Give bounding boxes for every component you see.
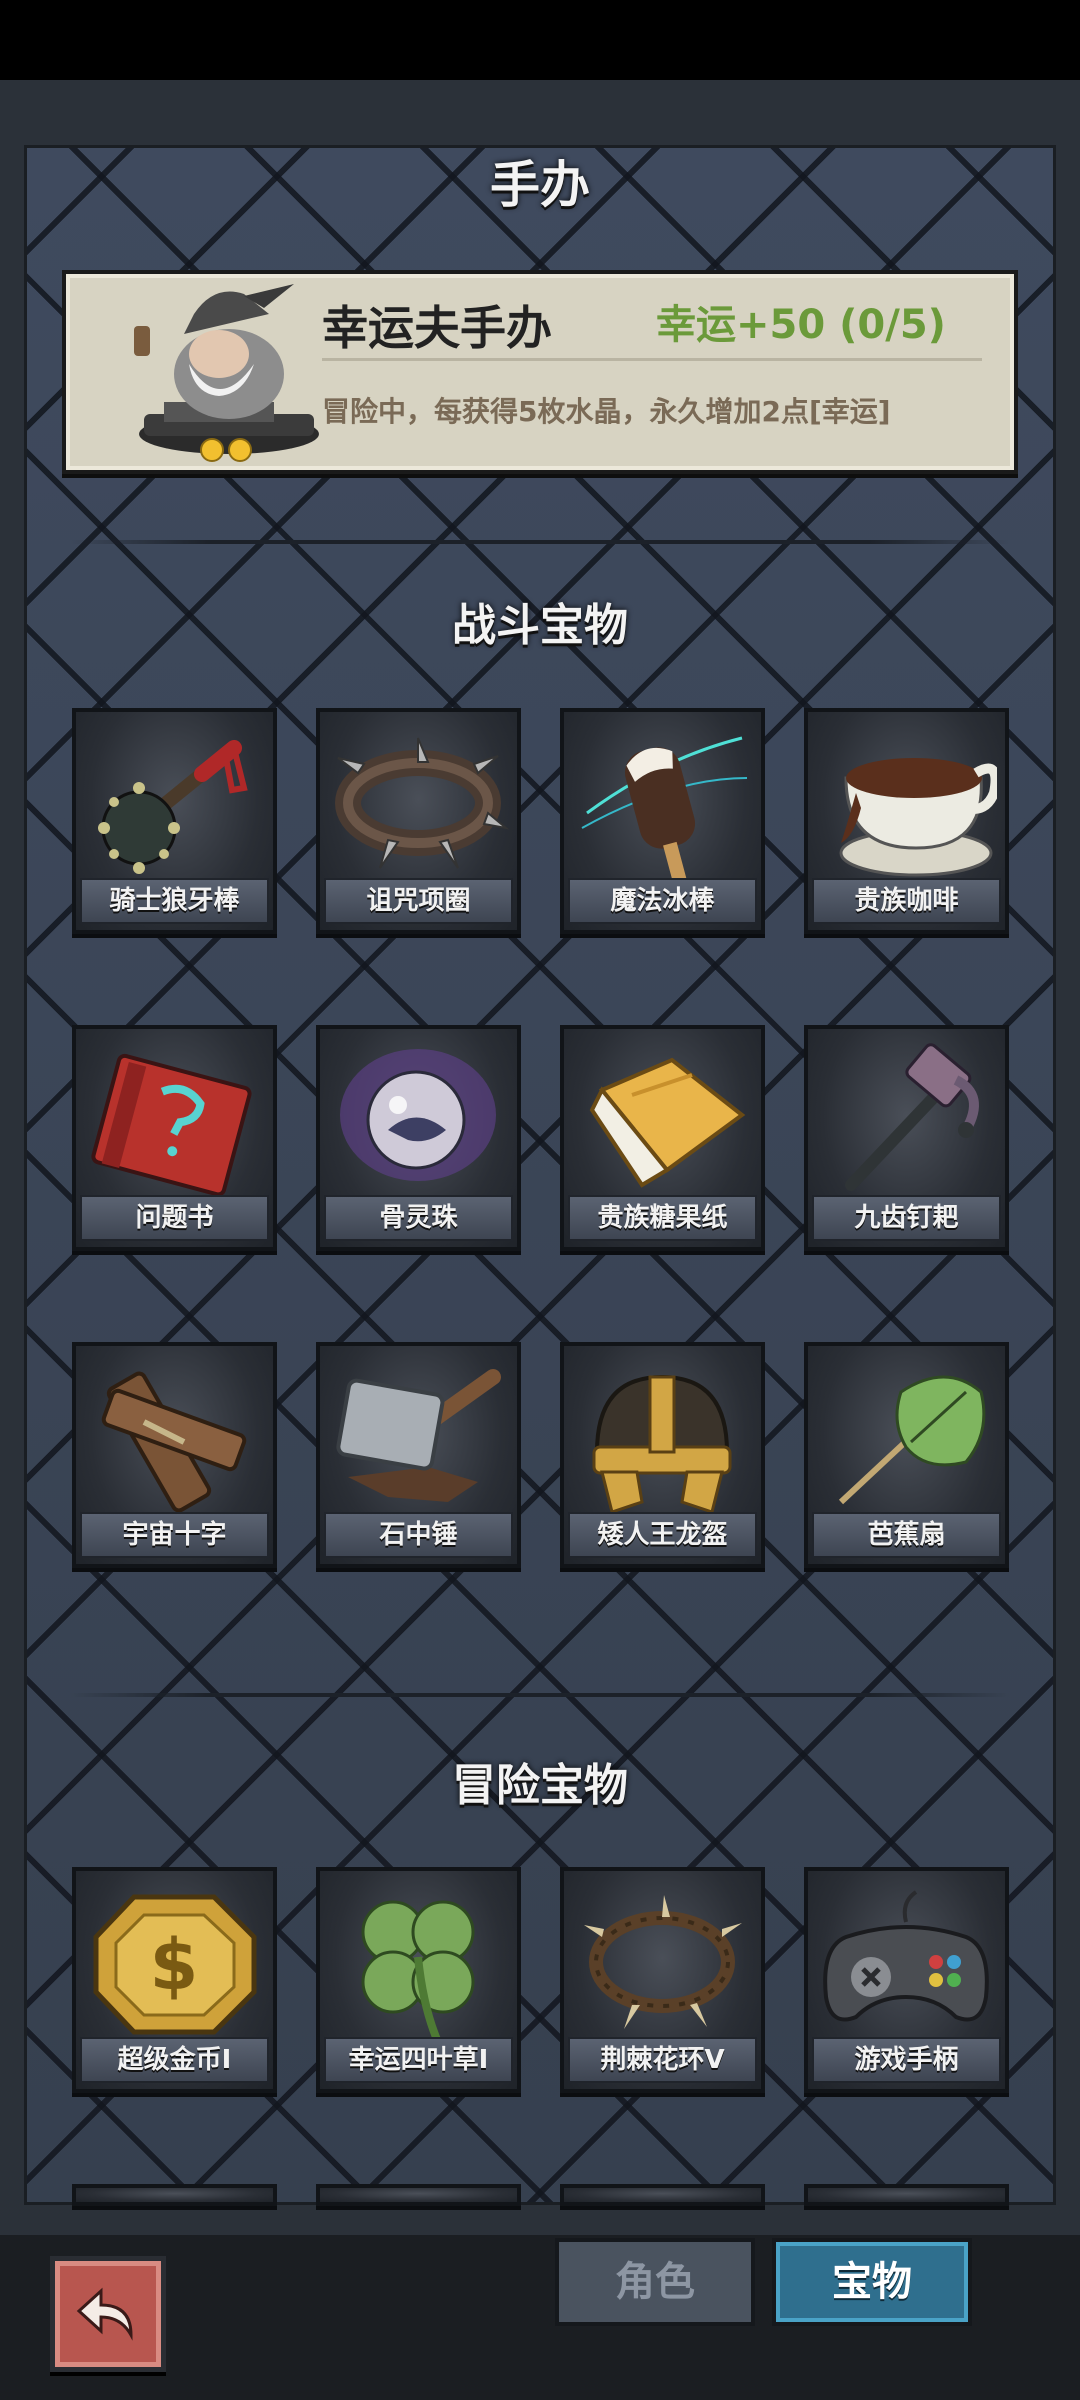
magic-popsicle-icon <box>581 736 748 885</box>
item-label: 芭蕉扇 <box>812 1512 1001 1558</box>
figure-name: 幸运夫手办 <box>322 301 552 355</box>
item-card[interactable] <box>804 2184 1009 2206</box>
status-bar <box>0 0 1080 80</box>
item-label: 魔法冰棒 <box>568 878 757 924</box>
spiked-collar-icon <box>335 737 509 869</box>
item-label: 超级金币I <box>80 2037 269 2083</box>
item-label: 诅咒项圈 <box>324 878 513 924</box>
four-leaf-clover-icon <box>361 1900 475 2044</box>
question-book-icon <box>91 1053 252 1197</box>
tab-role[interactable]: 角色 <box>555 2238 755 2326</box>
item-card[interactable]: 骑士狼牙棒 <box>72 708 277 934</box>
gamepad-icon <box>823 1890 989 2022</box>
item-card[interactable]: 矮人王龙盔 <box>560 1342 765 1568</box>
thorn-wreath-icon <box>584 1895 742 2029</box>
coffee-cup-icon <box>839 758 997 877</box>
item-label: 宇宙十字 <box>80 1512 269 1558</box>
item-card[interactable]: 魔法冰棒 <box>560 708 765 934</box>
item-card[interactable]: 贵族咖啡 <box>804 708 1009 934</box>
figure-card[interactable]: 幸运夫手办 幸运+50 (0/5) 冒险中，每获得5枚水晶，永久增加2点[幸运] <box>62 270 1018 474</box>
item-card[interactable]: 幸运四叶草I <box>316 1867 521 2093</box>
section-divider <box>70 540 1010 544</box>
item-label: 问题书 <box>80 1195 269 1241</box>
item-label: 幸运四叶草I <box>324 2037 513 2083</box>
item-card[interactable]: 荆棘花环V <box>560 1867 765 2093</box>
wooden-cross-icon <box>101 1371 247 1513</box>
item-label: 荆棘花环V <box>568 2037 757 2083</box>
candy-wrapper-icon <box>589 1057 746 1188</box>
item-label: 石中锤 <box>324 1512 513 1558</box>
item-label: 游戏手柄 <box>812 2037 1001 2083</box>
figure-description: 冒险中，每获得5枚水晶，永久增加2点[幸运] <box>322 395 891 428</box>
spirit-orb-icon <box>340 1049 496 1181</box>
stone-hammer-icon <box>336 1369 501 1502</box>
svg-text:$: $ <box>150 1924 199 2006</box>
back-arrow-icon <box>76 2287 133 2341</box>
spiked-mace-icon <box>98 740 248 874</box>
back-button[interactable] <box>50 2256 166 2372</box>
item-label: 骨灵珠 <box>324 1195 513 1241</box>
item-label: 贵族咖啡 <box>812 878 1001 924</box>
gold-coin-icon: $ <box>93 1894 257 2035</box>
item-card[interactable]: 骨灵珠 <box>316 1025 521 1251</box>
leaf-fan-icon <box>838 1375 986 1505</box>
item-label: 骑士狼牙棒 <box>80 878 269 924</box>
item-card[interactable]: 芭蕉扇 <box>804 1342 1009 1568</box>
item-card[interactable]: 游戏手柄 <box>804 1867 1009 2093</box>
item-label: 九齿钉耙 <box>812 1195 1001 1241</box>
item-card[interactable] <box>316 2184 521 2206</box>
figure-bonus: 幸运+50 (0/5) <box>656 302 946 348</box>
item-card[interactable] <box>72 2184 277 2206</box>
item-label: 矮人王龙盔 <box>568 1512 757 1558</box>
item-card[interactable]: 问题书 <box>72 1025 277 1251</box>
item-card[interactable]: 诅咒项圈 <box>316 708 521 934</box>
item-card[interactable]: 石中锤 <box>316 1342 521 1568</box>
dwarf-helmet-icon <box>592 1374 732 1514</box>
item-card[interactable]: 宇宙十字 <box>72 1342 277 1568</box>
item-card[interactable] <box>560 2184 765 2206</box>
page-title: 手办 <box>490 156 590 214</box>
section-divider <box>70 1693 1010 1697</box>
section-title-adventure: 冒险宝物 <box>452 1760 628 1811</box>
divider <box>322 358 982 361</box>
tab-treasure[interactable]: 宝物 <box>772 2238 972 2326</box>
item-label: 贵族糖果纸 <box>568 1195 757 1241</box>
section-title-combat: 战斗宝物 <box>452 600 628 651</box>
item-card[interactable]: $ 超级金币I <box>72 1867 277 2093</box>
nine-tooth-rake-icon <box>845 1043 979 1191</box>
item-card[interactable]: 贵族糖果纸 <box>560 1025 765 1251</box>
item-card[interactable]: 九齿钉耙 <box>804 1025 1009 1251</box>
